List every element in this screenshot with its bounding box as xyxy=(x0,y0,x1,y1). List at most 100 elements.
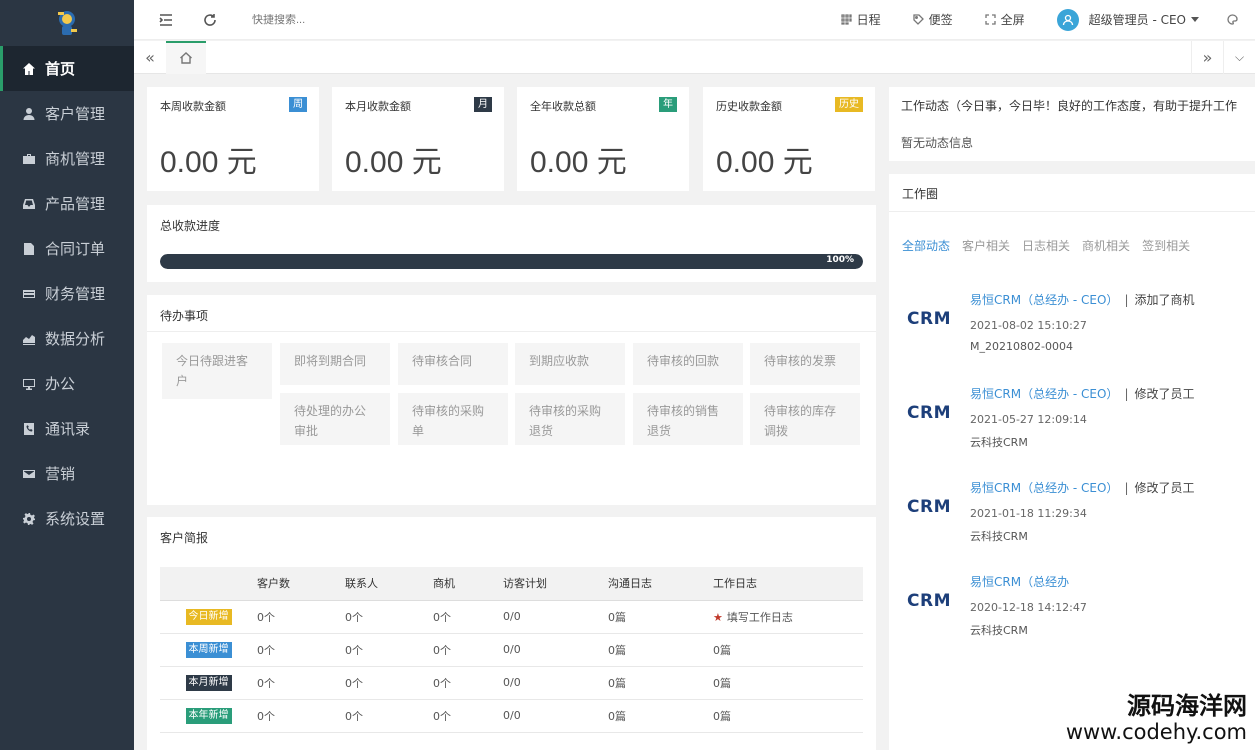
table-cell: 0/0 xyxy=(503,666,608,700)
feed-action: 添加了商机 xyxy=(1134,293,1195,307)
sidebar-item-label: 合同订单 xyxy=(45,240,106,258)
caret-down-icon xyxy=(1191,17,1199,22)
menu-toggle-button[interactable] xyxy=(144,0,188,40)
filter-tab[interactable]: 商机相关 xyxy=(1082,237,1130,254)
tab-scroll-right-button[interactable]: » xyxy=(1191,40,1223,74)
write-log-link[interactable]: 填写工作日志 xyxy=(727,611,793,624)
sidebar-item-3[interactable]: 产品管理 xyxy=(0,181,134,226)
todo-item[interactable]: 待审核的采购单 xyxy=(398,393,508,445)
work-dynamics-panel: 工作动态（今日事，今日毕！良好的工作态度，有助于提升工作 暂无动态信息 xyxy=(889,87,1255,161)
todo-item[interactable]: 待处理的办公审批 xyxy=(280,393,390,445)
logo[interactable] xyxy=(0,0,134,46)
filter-tab[interactable]: 签到相关 xyxy=(1142,237,1190,254)
sidebar-item-10[interactable]: 系统设置 xyxy=(0,496,134,541)
credit-card-icon xyxy=(22,287,36,301)
table-row: 今日新增 0个 0个 0个 0/0 0篇 ★ 填写工作日志 xyxy=(160,600,863,634)
period-tag: 本月新增 xyxy=(185,674,232,691)
todo-item[interactable]: 即将到期合同 xyxy=(280,343,390,385)
stat-badge: 年 xyxy=(659,97,677,112)
sidebar-item-8[interactable]: 通讯录 xyxy=(0,406,134,451)
todo-item[interactable]: 今日待跟进客户 xyxy=(162,343,272,399)
feed-separator: | xyxy=(1124,293,1129,307)
feed-detail: 云科技CRM xyxy=(970,624,1028,637)
avatar xyxy=(1056,8,1079,31)
table-header-cell: 联系人 xyxy=(345,567,433,601)
todo-panel: 待办事项 今日待跟进客户 即将到期合同 待审核合同 到期应收款 待审核的回款 待审核的发票… xyxy=(147,295,876,505)
schedule-button[interactable]: 日程 xyxy=(825,11,897,28)
table-cell: 0篇 xyxy=(608,699,713,733)
file-icon xyxy=(22,242,36,256)
sidebar-item-4[interactable]: 合同订单 xyxy=(0,226,134,271)
period-tag: 本年新增 xyxy=(185,707,232,724)
calendar-grid-icon xyxy=(840,14,852,25)
feed-line: 易恒CRM（总经办 - CEO） | 添加了商机 xyxy=(970,291,1195,308)
inbox-icon xyxy=(22,197,36,211)
todo-item[interactable]: 待审核的回款 xyxy=(633,343,743,385)
todo-item[interactable]: 待审核的发票 xyxy=(750,343,860,385)
sidebar-item-5[interactable]: 财务管理 xyxy=(0,271,134,316)
tab-options-button[interactable]: ⌵ xyxy=(1223,40,1255,74)
stat-title: 本月收款金额 xyxy=(345,100,411,113)
sidebar-item-6[interactable]: 数据分析 xyxy=(0,316,134,361)
sidebar-item-9[interactable]: 营销 xyxy=(0,451,134,496)
sidebar-item-label: 系统设置 xyxy=(45,510,106,528)
fullscreen-button[interactable]: 全屏 xyxy=(969,11,1041,28)
table-header-cell xyxy=(160,567,257,601)
todo-item[interactable]: 待审核的采购退货 xyxy=(515,393,625,445)
crm-logo-icon: CRM xyxy=(907,591,951,611)
progress-percent: 100% xyxy=(826,255,854,265)
sidebar-item-label: 营销 xyxy=(45,465,76,483)
home-outline-icon xyxy=(180,52,192,64)
tab-home[interactable] xyxy=(166,40,206,74)
table-cell[interactable]: ★ 填写工作日志 xyxy=(713,600,863,634)
star-icon: ★ xyxy=(713,610,723,624)
sidebar-item-0[interactable]: 首页 xyxy=(0,46,134,91)
todo-header: 待办事项 xyxy=(147,295,876,332)
filter-tab[interactable]: 全部动态 xyxy=(902,237,950,254)
work-dynamics-empty: 暂无动态信息 xyxy=(901,136,974,150)
user-menu[interactable]: 超级管理员 - CEO xyxy=(1041,8,1215,31)
todo-item[interactable]: 待审核的销售退货 xyxy=(633,393,743,445)
stat-title: 全年收款总额 xyxy=(530,100,596,113)
sidebar-item-7[interactable]: 办公 xyxy=(0,361,134,406)
feed-item: CRM 易恒CRM（总经办 - CEO） | 添加了商机 2021-08-02 15:1… xyxy=(889,291,1255,385)
envelope-icon xyxy=(22,467,36,481)
sidebar-item-1[interactable]: 客户管理 xyxy=(0,91,134,136)
work-circle-panel: 工作圈 全部动态 客户相关 日志相关 商机相关 签到相关 CRM 易恒CRM（总经办 - … xyxy=(889,174,1255,750)
crm-logo-icon: CRM xyxy=(907,403,951,423)
sidebar-item-label: 通讯录 xyxy=(45,420,91,438)
todo-title: 待办事项 xyxy=(160,309,209,323)
table-cell: 0个 xyxy=(257,633,345,667)
feed-author[interactable]: 易恒CRM（总经办 xyxy=(970,575,1069,589)
stat-title: 历史收款金额 xyxy=(716,100,782,113)
sidebar-item-2[interactable]: 商机管理 xyxy=(0,136,134,181)
filter-tab[interactable]: 日志相关 xyxy=(1022,237,1070,254)
todo-item[interactable]: 到期应收款 xyxy=(515,343,625,385)
table-header-cell: 商机 xyxy=(433,567,503,601)
feed-detail: 云科技CRM xyxy=(970,436,1028,449)
feed-author[interactable]: 易恒CRM（总经办 - CEO） xyxy=(970,481,1118,495)
feed-item: CRM 易恒CRM（总经办 - CEO） | 修改了员工 2021-05-27 12:0… xyxy=(889,385,1255,479)
table-cell: 0/0 xyxy=(503,699,608,733)
todo-item[interactable]: 待审核的库存调拨 xyxy=(750,393,860,445)
refresh-button[interactable] xyxy=(188,0,232,40)
todo-item[interactable]: 待审核合同 xyxy=(398,343,508,385)
table-header-cell: 访客计划 xyxy=(503,567,608,601)
feed-author[interactable]: 易恒CRM（总经办 - CEO） xyxy=(970,387,1118,401)
feed-author[interactable]: 易恒CRM（总经办 - CEO） xyxy=(970,293,1118,307)
search-input[interactable] xyxy=(252,13,452,26)
stat-badge: 历史 xyxy=(835,97,863,112)
feed-time: 2021-05-27 12:09:14 xyxy=(970,413,1087,426)
progress-bar: 100% xyxy=(160,254,863,269)
theme-button[interactable] xyxy=(1215,14,1255,25)
filter-tab[interactable]: 客户相关 xyxy=(962,237,1010,254)
sidebar-item-label: 商机管理 xyxy=(45,150,106,168)
table-cell: 今日新增 xyxy=(160,600,257,634)
feed-item: CRM 易恒CRM（总经办 2020-12-18 14:12:47 云科技CRM xyxy=(889,573,1255,667)
home-icon xyxy=(22,62,36,76)
stat-value: 0.00 元 xyxy=(530,146,627,179)
notes-button[interactable]: 便签 xyxy=(897,11,969,28)
sidebar-item-label: 产品管理 xyxy=(45,195,106,213)
tab-scroll-left-button[interactable]: « xyxy=(134,41,166,74)
feed-time: 2020-12-18 14:12:47 xyxy=(970,601,1087,614)
